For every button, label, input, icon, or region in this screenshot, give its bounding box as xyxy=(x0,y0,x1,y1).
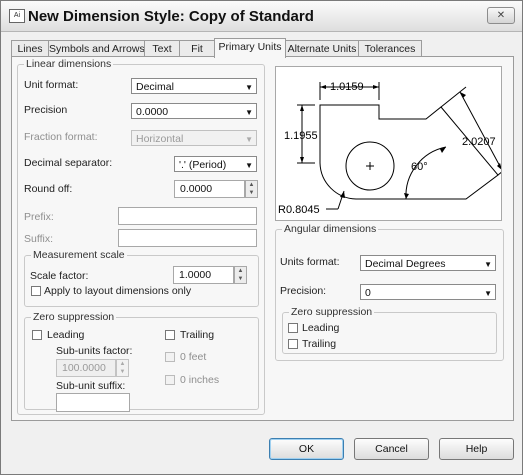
title-bar: Ai New Dimension Style: Copy of Standard… xyxy=(1,1,522,32)
help-button[interactable]: Help xyxy=(439,438,514,460)
fraction-format-label: Fraction format: xyxy=(24,131,98,143)
scale-factor-label: Scale factor: xyxy=(30,270,89,282)
measurement-scale-title: Measurement scale xyxy=(31,249,127,261)
chevron-down-icon: ▼ xyxy=(245,135,253,144)
trailing-checkbox[interactable] xyxy=(165,330,175,340)
preview-radius-dimension: R0.8045 xyxy=(278,204,320,216)
dialog-title: New Dimension Style: Copy of Standard xyxy=(28,8,314,25)
suffix-input[interactable] xyxy=(118,229,257,247)
tab-alternate-units[interactable]: Alternate Units xyxy=(285,40,359,57)
decimal-separator-label: Decimal separator: xyxy=(24,157,113,169)
chevron-down-icon: ▼ xyxy=(484,289,492,298)
tab-tolerances[interactable]: Tolerances xyxy=(358,40,422,57)
unit-format-label: Unit format: xyxy=(24,79,79,91)
tab-primary-units[interactable]: Primary Units xyxy=(214,38,286,58)
leading-label: Leading xyxy=(47,329,85,341)
tab-text[interactable]: Text xyxy=(144,40,180,57)
dimension-preview: 1.0159 1.1955 2.0207 60° R0.8045 xyxy=(275,66,510,221)
subunit-suffix-label: Sub-unit suffix: xyxy=(56,380,126,392)
dimension-preview-drawing: 1.0159 1.1955 2.0207 60° R0.8045 xyxy=(278,81,510,216)
angular-trailing-checkbox[interactable] xyxy=(288,339,298,349)
zero-suppression-angular-group: Zero suppression Leading Trailing xyxy=(282,306,497,354)
preview-right-dimension: 2.0207 xyxy=(462,136,496,148)
chevron-down-icon: ▼ xyxy=(245,108,253,117)
prefix-label: Prefix: xyxy=(24,211,54,223)
angular-dimensions-group: Angular dimensions Units format: Decimal… xyxy=(275,223,504,361)
angular-units-format-value: Decimal Degrees xyxy=(365,258,446,270)
linear-dimensions-group: Linear dimensions Unit format: Decimal ▼ … xyxy=(17,58,265,415)
ok-button[interactable]: OK xyxy=(269,438,344,460)
angular-precision-select[interactable]: 0 ▼ xyxy=(360,284,496,300)
round-off-spinner[interactable]: ▲ ▼ xyxy=(245,180,258,198)
subunits-factor-input[interactable]: 100.0000 xyxy=(56,359,116,377)
subunits-factor-spinner[interactable]: ▲ ▼ xyxy=(116,359,129,377)
angular-units-format-label: Units format: xyxy=(280,256,340,268)
linear-dimensions-title: Linear dimensions xyxy=(24,58,114,70)
apply-layout-checkbox[interactable] xyxy=(31,286,41,296)
chevron-down-icon: ▼ xyxy=(245,83,253,92)
zero-inches-label: 0 inches xyxy=(180,374,220,386)
angular-trailing-label: Trailing xyxy=(302,338,337,350)
primary-units-panel: Linear dimensions Unit format: Decimal ▼ … xyxy=(11,56,514,421)
preview-angle-dimension: 60° xyxy=(411,161,428,173)
precision-select[interactable]: 0.0000 ▼ xyxy=(131,103,257,119)
subunits-factor-label: Sub-units factor: xyxy=(56,345,133,357)
suffix-label: Suffix: xyxy=(24,233,53,245)
angular-dimensions-title: Angular dimensions xyxy=(282,223,379,235)
measurement-scale-group: Measurement scale Scale factor: 1.0000 ▲… xyxy=(24,249,259,307)
trailing-label: Trailing xyxy=(180,329,215,341)
angular-precision-label: Precision: xyxy=(280,285,327,297)
zero-inches-checkbox[interactable] xyxy=(165,375,175,385)
round-off-label: Round off: xyxy=(24,183,73,195)
angular-units-format-select[interactable]: Decimal Degrees ▼ xyxy=(360,255,496,271)
scale-factor-spinner[interactable]: ▲ ▼ xyxy=(234,266,247,284)
fraction-format-value: Horizontal xyxy=(136,133,184,145)
precision-label: Precision xyxy=(24,104,68,116)
precision-value: 0.0000 xyxy=(136,106,169,118)
autocad-app-icon: Ai xyxy=(9,9,25,23)
tab-symbols-and-arrows[interactable]: Symbols and Arrows xyxy=(48,40,145,57)
preview-left-dimension: 1.1955 xyxy=(284,130,318,142)
angular-leading-label: Leading xyxy=(302,322,340,334)
decimal-separator-select[interactable]: '.' (Period) ▼ xyxy=(174,156,257,172)
angular-leading-checkbox[interactable] xyxy=(288,323,298,333)
tab-lines[interactable]: Lines xyxy=(11,40,49,57)
tab-fit[interactable]: Fit xyxy=(179,40,215,57)
zero-suppression-linear-group: Zero suppression Leading Trailing Sub-un… xyxy=(24,311,259,412)
unit-format-value: Decimal xyxy=(136,81,174,93)
subunit-suffix-input[interactable] xyxy=(56,393,130,412)
close-button[interactable]: ✕ xyxy=(487,7,515,24)
cancel-button[interactable]: Cancel xyxy=(354,438,429,460)
preview-top-dimension: 1.0159 xyxy=(330,81,364,93)
dialog-window: Ai New Dimension Style: Copy of Standard… xyxy=(0,0,523,475)
angular-precision-value: 0 xyxy=(365,287,371,299)
zero-feet-checkbox[interactable] xyxy=(165,352,175,362)
fraction-format-select[interactable]: Horizontal ▼ xyxy=(131,130,257,146)
zero-feet-label: 0 feet xyxy=(180,351,207,363)
chevron-down-icon: ▼ xyxy=(484,260,492,269)
apply-layout-label: Apply to layout dimensions only xyxy=(44,285,192,297)
round-off-input[interactable]: 0.0000 xyxy=(174,180,245,198)
scale-factor-input[interactable]: 1.0000 xyxy=(173,266,234,284)
unit-format-select[interactable]: Decimal ▼ xyxy=(131,78,257,94)
leading-checkbox[interactable] xyxy=(32,330,42,340)
prefix-input[interactable] xyxy=(118,207,257,225)
zero-suppression-angular-title: Zero suppression xyxy=(289,306,375,318)
zero-suppression-linear-title: Zero suppression xyxy=(31,311,117,323)
chevron-down-icon: ▼ xyxy=(245,161,253,170)
decimal-separator-value: '.' (Period) xyxy=(179,159,227,171)
